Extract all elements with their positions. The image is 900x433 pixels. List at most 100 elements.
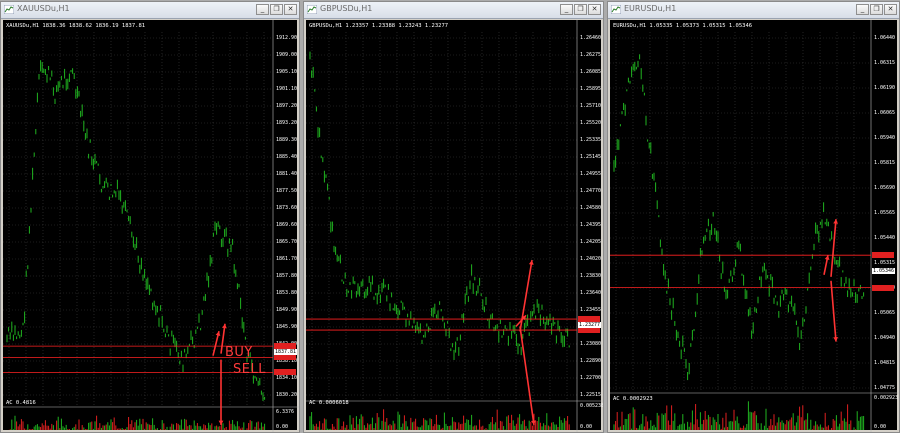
price-tick-label: 1869.60 xyxy=(276,222,298,228)
arrow-head xyxy=(833,337,839,342)
price-tick-label: 1.22700 xyxy=(580,375,602,381)
price-tick-label: 1.25145 xyxy=(580,154,602,160)
grid xyxy=(610,32,871,392)
level-price-tag xyxy=(578,327,600,334)
buy-annotation: BUY xyxy=(225,345,253,360)
price-tick-label: 1889.30 xyxy=(276,137,298,143)
price-tick-label: 1877.50 xyxy=(276,188,298,194)
indicator-tick-label: 0.00 xyxy=(874,424,887,430)
price-tick-label: 1830.20 xyxy=(276,392,298,398)
chart-window-eurusd[interactable]: EURUSDu,H1 _ ❐ ✕ EURUSDu,H1 1.05335 1.05… xyxy=(607,1,900,433)
price-tick-label: 1.05940 xyxy=(874,135,896,141)
indicator-tick-label: 0.00 xyxy=(580,424,593,430)
price-tick-label: 1.05440 xyxy=(874,235,896,241)
ac-histogram xyxy=(613,401,865,430)
indicator-tick-label: 0.005238 xyxy=(580,403,604,409)
chart-area[interactable]: GBPUSDu,H1 1.23357 1.23388 1.23243 1.232… xyxy=(306,20,604,432)
window-titlebar[interactable]: GBPUSDu,H1 _ ❐ ✕ xyxy=(304,2,603,19)
price-tick-label: 1857.80 xyxy=(276,273,298,279)
price-tick-label: 1.24205 xyxy=(580,239,602,245)
close-button[interactable]: ✕ xyxy=(884,4,897,15)
arrow-line xyxy=(830,219,837,277)
window-title: EURUSDu,H1 xyxy=(624,4,677,13)
price-tick-label: 1.23830 xyxy=(580,273,602,279)
price-tick-label: 1861.70 xyxy=(276,256,298,262)
price-tick-label: 1.25710 xyxy=(580,103,602,109)
price-tick-label: 1.23640 xyxy=(580,290,602,296)
price-tick-label: 1.24770 xyxy=(580,188,602,194)
price-tick-label: 1912.90 xyxy=(276,35,298,41)
price-tick-label: 1.05690 xyxy=(874,185,896,191)
price-tick-label: 1.25335 xyxy=(580,137,602,143)
arrow-line xyxy=(830,280,837,342)
price-tick-label: 1897.20 xyxy=(276,103,298,109)
grid xyxy=(306,32,577,400)
level-price-tag xyxy=(274,369,296,376)
restore-button[interactable]: ❐ xyxy=(270,4,283,15)
price-tick-label: 1905.10 xyxy=(276,69,298,75)
price-tick-label: 1.24020 xyxy=(580,256,602,262)
minimize-button[interactable]: _ xyxy=(560,4,573,15)
level-price-tag xyxy=(872,284,894,291)
price-tick-label: 1.04775 xyxy=(874,385,896,391)
window-titlebar[interactable]: EURUSDu,H1 _ ❐ ✕ xyxy=(608,2,899,19)
indicator-label: AC 0.0002923 xyxy=(613,396,653,402)
price-tick-label: 1.23455 xyxy=(580,307,602,313)
current-price-tag: 1.23277 xyxy=(578,321,602,328)
indicator-tick-label: 0.00 xyxy=(276,424,289,430)
chart-window-xauusd[interactable]: XAUUSDu,H1 _ ❐ ✕ XAUUSDu,H1 1838.36 1838… xyxy=(0,1,300,433)
indicator-tick-label: 6.3376 xyxy=(276,409,295,415)
window-title: XAUUSDu,H1 xyxy=(17,4,70,13)
minimize-button[interactable]: _ xyxy=(856,4,869,15)
price-chart[interactable] xyxy=(306,20,603,432)
price-tick-label: 1.04815 xyxy=(874,360,896,366)
sell-annotation: SELL xyxy=(233,362,266,377)
minimize-button[interactable]: _ xyxy=(256,4,269,15)
current-price-tag: 1.05346 xyxy=(872,268,896,275)
price-tick-label: 1.05815 xyxy=(874,160,896,166)
price-tick-label: 1.06315 xyxy=(874,60,896,66)
chart-icon xyxy=(611,5,621,14)
price-tick-label: 1.22890 xyxy=(580,358,602,364)
symbol-info: EURUSDu,H1 1.05335 1.05373 1.05315 1.053… xyxy=(613,23,753,29)
symbol-info: XAUUSDu,H1 1838.36 1838.62 1836.19 1837.… xyxy=(6,23,146,29)
price-tick-label: 1.24580 xyxy=(580,205,602,211)
price-tick-label: 1.23080 xyxy=(580,341,602,347)
price-tick-label: 1893.20 xyxy=(276,120,298,126)
trade-arrows xyxy=(212,323,227,425)
price-tick-label: 1.05565 xyxy=(874,210,896,216)
chart-area[interactable]: XAUUSDu,H1 1838.36 1838.62 1836.19 1837.… xyxy=(3,20,299,432)
ac-histogram xyxy=(6,415,266,430)
price-tick-label: 1.06065 xyxy=(874,110,896,116)
price-tick-label: 1853.80 xyxy=(276,290,298,296)
price-tick-label: 1.05315 xyxy=(874,260,896,266)
price-tick-label: 1849.90 xyxy=(276,307,298,313)
window-titlebar[interactable]: XAUUSDu,H1 _ ❐ ✕ xyxy=(1,2,299,19)
price-tick-label: 1865.70 xyxy=(276,239,298,245)
close-button[interactable]: ✕ xyxy=(588,4,601,15)
price-tick-label: 1873.60 xyxy=(276,205,298,211)
price-tick-label: 1.26460 xyxy=(580,35,602,41)
level-price-tag xyxy=(274,354,296,361)
price-tick-label: 1.06440 xyxy=(874,35,896,41)
price-tick-label: 1.24955 xyxy=(580,171,602,177)
price-tick-label: 1.26275 xyxy=(580,52,602,58)
price-tick-label: 1.25520 xyxy=(580,120,602,126)
level-price-tag xyxy=(872,252,894,259)
symbol-info: GBPUSDu,H1 1.23357 1.23388 1.23243 1.232… xyxy=(309,23,449,29)
price-tick-label: 1.04940 xyxy=(874,335,896,341)
price-tick-label: 1881.40 xyxy=(276,171,298,177)
restore-button[interactable]: ❐ xyxy=(870,4,883,15)
price-tick-label: 1834.10 xyxy=(276,375,298,381)
price-tick-label: 1.24395 xyxy=(580,222,602,228)
price-tick-label: 1.22515 xyxy=(580,392,602,398)
close-button[interactable]: ✕ xyxy=(284,4,297,15)
chart-icon xyxy=(4,5,14,14)
price-tick-label: 1885.40 xyxy=(276,154,298,160)
chart-window-gbpusd[interactable]: GBPUSDu,H1 _ ❐ ✕ GBPUSDu,H1 1.23357 1.23… xyxy=(303,1,604,433)
price-bars xyxy=(309,51,570,360)
price-chart[interactable] xyxy=(610,20,899,432)
restore-button[interactable]: ❐ xyxy=(574,4,587,15)
indicator-tick-label: 0.002923 xyxy=(874,395,899,401)
chart-area[interactable]: EURUSDu,H1 1.05335 1.05373 1.05315 1.053… xyxy=(610,20,899,432)
